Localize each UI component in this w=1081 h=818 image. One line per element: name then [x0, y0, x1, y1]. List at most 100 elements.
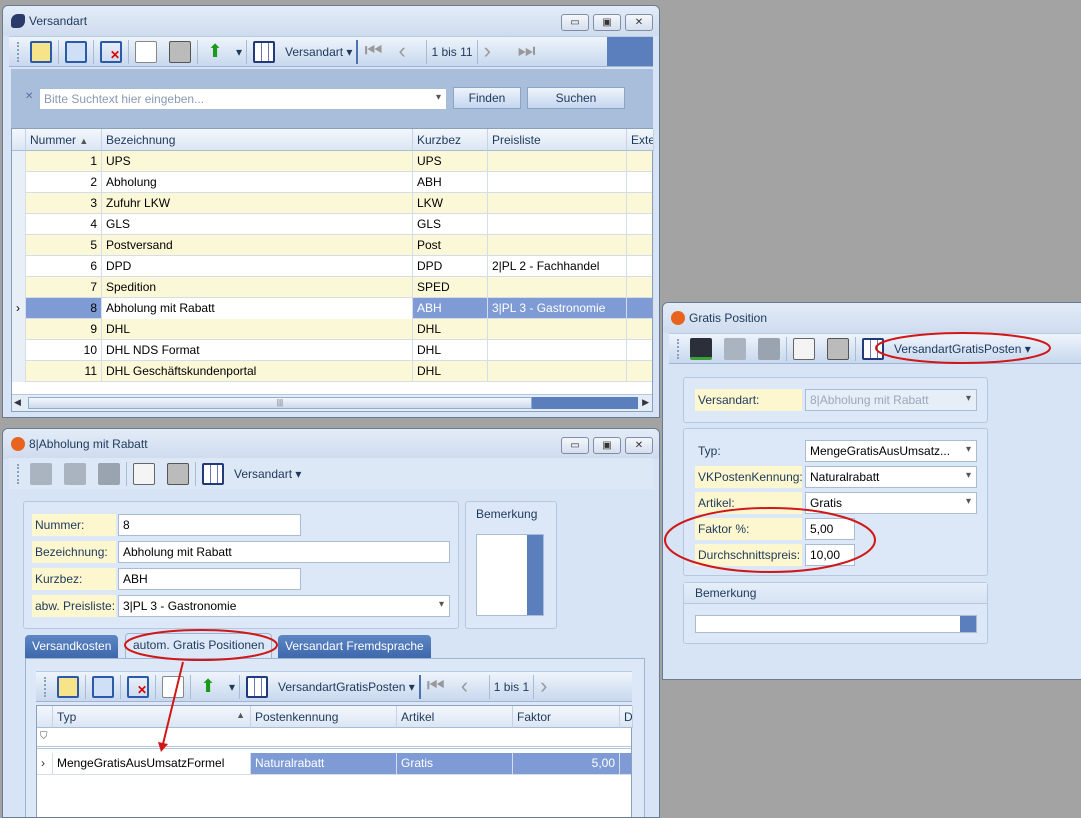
column-header-nummer[interactable]: Nummer ▲ — [26, 129, 102, 151]
table-row[interactable]: 7 Spedition SPED — [12, 277, 654, 298]
cell-nr[interactable]: 8 — [26, 298, 102, 319]
cell-pl[interactable] — [488, 235, 627, 256]
nummer-field[interactable]: 8 — [118, 514, 301, 536]
cell-nr[interactable]: 4 — [26, 214, 102, 235]
cell-extern[interactable] — [627, 172, 654, 193]
export-dropdown-arrow[interactable]: ▾ — [236, 45, 242, 59]
tab-fremdsprache[interactable]: Versandart Fremdsprache — [278, 635, 431, 658]
typ-select[interactable]: MengeGratisAusUmsatz... — [805, 440, 977, 462]
cell-nr[interactable]: 6 — [26, 256, 102, 277]
next-page-icon[interactable]: › — [540, 674, 562, 698]
toolbar-grip[interactable] — [17, 463, 20, 484]
bemerkung-button[interactable] — [960, 616, 976, 632]
layout-dropdown[interactable]: VersandartGratisPosten ▾ — [278, 680, 415, 694]
cell-nr[interactable]: 2 — [26, 172, 102, 193]
tab-versandkosten[interactable]: Versandkosten — [25, 635, 119, 658]
scroll-left-icon[interactable]: ◀ — [14, 397, 21, 408]
clear-search-icon[interactable]: ✕ — [25, 91, 33, 102]
first-page-icon[interactable]: ⏮ — [427, 676, 449, 698]
cell-nr[interactable]: 5 — [26, 235, 102, 256]
preisliste-select[interactable]: 3|PL 3 - Gastronomie — [118, 595, 450, 617]
cell-extern[interactable] — [627, 193, 654, 214]
minimize-button[interactable]: ▭ — [561, 14, 589, 31]
column-header-kurzbez[interactable]: Kurzbez — [413, 129, 488, 151]
cell-kurz[interactable]: ABH — [413, 298, 488, 319]
table-row[interactable]: › MengeGratisAusUmsatzFormel Naturalraba… — [37, 753, 631, 775]
cell-extern[interactable] — [627, 319, 654, 340]
cell-pl[interactable] — [488, 214, 627, 235]
cell-extern[interactable] — [627, 214, 654, 235]
cell-kurz[interactable]: SPED — [413, 277, 488, 298]
horizontal-scrollbar[interactable]: ◀ ||| ▶ — [12, 394, 652, 411]
cell-pl[interactable] — [488, 319, 627, 340]
cell-extern[interactable] — [627, 235, 654, 256]
table-row[interactable]: 1 UPS UPS — [12, 151, 654, 172]
export-icon[interactable]: ⬆ — [204, 41, 226, 63]
artikel-select[interactable]: Gratis — [805, 492, 977, 514]
filter-row[interactable]: ⛉ — [37, 728, 631, 749]
cell-kurz[interactable]: Post — [413, 235, 488, 256]
cell-pl[interactable] — [488, 277, 627, 298]
cell-extern[interactable] — [627, 361, 654, 382]
delete-icon[interactable]: ✕ — [100, 40, 122, 63]
last-page-icon[interactable]: ⏭ — [518, 41, 540, 63]
cell-kurz[interactable]: DHL — [413, 361, 488, 382]
search-button[interactable]: Suchen — [527, 87, 625, 109]
cell-extern[interactable] — [627, 151, 654, 172]
column-header-artikel[interactable]: Artikel — [397, 706, 513, 728]
save-close-icon[interactable] — [690, 337, 712, 360]
cell-extern[interactable] — [627, 256, 654, 277]
cell-bez[interactable]: UPS — [102, 151, 413, 172]
export-icon[interactable]: ⬆ — [197, 676, 219, 698]
edit-icon[interactable] — [65, 40, 87, 63]
close-button[interactable]: ✕ — [625, 437, 653, 454]
layout-dropdown[interactable]: Versandart ▾ — [234, 467, 301, 481]
cell-nr[interactable]: 3 — [26, 193, 102, 214]
cell-pl[interactable] — [488, 172, 627, 193]
vertical-scrollbar[interactable] — [527, 535, 543, 615]
tab-gratis-positionen[interactable]: autom. Gratis Positionen — [125, 633, 273, 659]
print-icon[interactable] — [169, 40, 191, 63]
cell-bez[interactable]: Postversand — [102, 235, 413, 256]
cell-kurz[interactable]: DPD — [413, 256, 488, 277]
save-icon[interactable] — [98, 462, 120, 485]
cell-pl[interactable] — [488, 193, 627, 214]
cell-pl[interactable]: 2|PL 2 - Fachhandel — [488, 256, 627, 277]
vkpostenkennung-select[interactable]: Naturalrabatt — [805, 466, 977, 488]
cell-pl[interactable]: 3|PL 3 - Gastronomie — [488, 298, 627, 319]
table-row[interactable]: › 8 Abholung mit Rabatt ABH 3|PL 3 - Gastron… — [12, 298, 654, 319]
first-page-icon[interactable]: ⏮ — [364, 41, 386, 63]
find-button[interactable]: Finden — [453, 87, 521, 109]
print-icon[interactable] — [827, 337, 849, 360]
cell-nr[interactable]: 11 — [26, 361, 102, 382]
close-button[interactable]: ✕ — [625, 14, 653, 31]
filter-icon[interactable]: ⛉ — [40, 731, 48, 742]
durchschnittspreis-field[interactable]: 10,00 — [805, 544, 855, 566]
column-header-extern[interactable]: Exte — [627, 129, 654, 151]
save-icon[interactable] — [758, 337, 780, 360]
cell-kurz[interactable]: DHL — [413, 319, 488, 340]
column-header-postenkennung[interactable]: Postenkennung — [251, 706, 397, 728]
maximize-button[interactable]: ▣ — [593, 14, 621, 31]
column-header-d[interactable]: D — [620, 706, 633, 728]
delete-icon[interactable]: ✕ — [127, 675, 149, 698]
layout-dropdown[interactable]: VersandartGratisPosten ▾ — [894, 342, 1031, 356]
cell-bez[interactable]: Spedition — [102, 277, 413, 298]
cell-bez[interactable]: DHL Geschäftskundenportal — [102, 361, 413, 382]
cell-pl[interactable] — [488, 361, 627, 382]
bezeichnung-field[interactable]: Abholung mit Rabatt — [118, 541, 450, 563]
new-icon[interactable] — [57, 675, 79, 698]
cell-kurz[interactable]: UPS — [413, 151, 488, 172]
table-row[interactable]: 3 Zufuhr LKW LKW — [12, 193, 654, 214]
cell-artikel[interactable]: Gratis — [397, 753, 513, 774]
cell-postenkennung[interactable]: Naturalrabatt — [251, 753, 397, 774]
cell-bez[interactable]: Abholung — [102, 172, 413, 193]
prev-page-icon[interactable]: ‹ — [461, 674, 483, 698]
cell-extern[interactable] — [627, 277, 654, 298]
cell-extern[interactable] — [627, 340, 654, 361]
edit-icon[interactable] — [92, 675, 114, 698]
cell-extern[interactable] — [627, 298, 654, 319]
bemerkung-textarea[interactable] — [476, 534, 544, 616]
cell-nr[interactable]: 9 — [26, 319, 102, 340]
table-row[interactable]: 6 DPD DPD 2|PL 2 - Fachhandel — [12, 256, 654, 277]
